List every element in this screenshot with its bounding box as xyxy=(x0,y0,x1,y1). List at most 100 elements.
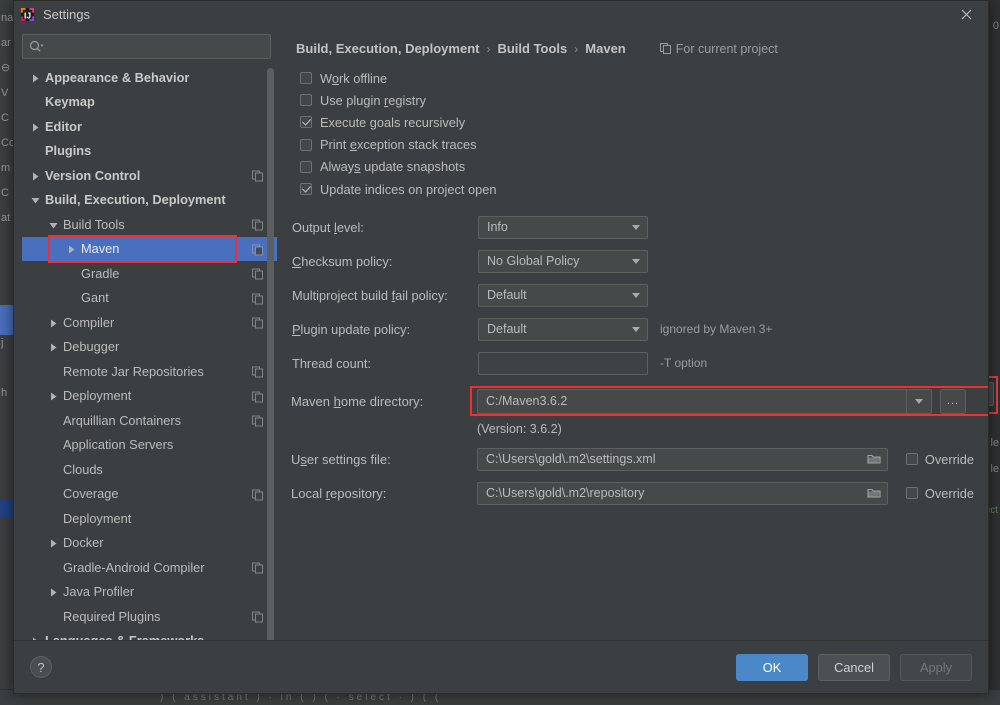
chevron-right-icon[interactable] xyxy=(48,341,59,352)
for-current-project-indicator: For current project xyxy=(659,42,778,56)
background-left-fragment: C xyxy=(1,187,9,199)
sidebar-item-coverage[interactable]: Coverage xyxy=(22,482,277,507)
background-left-text: na ar ⊖ V C Co m Cat j h xyxy=(0,0,14,406)
checkbox-row[interactable]: Use plugin registry xyxy=(300,89,974,111)
path-fields: User settings file: C:\Users\gold\.m2\set… xyxy=(291,442,974,510)
checkbox-use-plugin-registry[interactable] xyxy=(300,94,312,107)
sidebar-item-version-control[interactable]: Version Control xyxy=(22,163,277,188)
chevron-down-icon[interactable] xyxy=(625,258,647,264)
chevron-right-icon[interactable] xyxy=(30,72,41,83)
override-toggle[interactable]: Override xyxy=(905,452,974,467)
checkbox-row[interactable]: Execute goals recursively xyxy=(300,111,974,133)
sidebar-item-gant[interactable]: Gant xyxy=(22,286,277,311)
checkbox-label: Always update snapshots xyxy=(320,159,466,175)
chevron-down-icon[interactable] xyxy=(625,326,647,332)
help-button[interactable]: ? xyxy=(30,656,52,678)
breadcrumb-part-2: Maven xyxy=(585,41,626,56)
sidebar-item-remote-jar-repositories[interactable]: Remote Jar Repositories xyxy=(22,359,277,384)
combo-checksum-policy[interactable]: No Global Policy xyxy=(478,249,648,273)
sidebar-item-label: Docker xyxy=(63,535,104,551)
checkbox-row[interactable]: Print exception stack traces xyxy=(300,134,974,156)
combo-value: Default xyxy=(487,322,527,337)
override-checkbox[interactable] xyxy=(905,453,918,466)
ok-button[interactable]: OK xyxy=(736,653,808,681)
sidebar-item-maven[interactable]: Maven xyxy=(22,236,277,261)
checkbox-label: Work offline xyxy=(320,70,388,86)
sidebar-item-arquillian-containers[interactable]: Arquillian Containers xyxy=(22,408,277,433)
override-checkbox[interactable] xyxy=(905,487,918,500)
sidebar-item-docker[interactable]: Docker xyxy=(22,531,277,556)
sidebar-item-appearance-behavior[interactable]: Appearance & Behavior xyxy=(22,65,277,90)
background-right-fragment-1: 0 xyxy=(992,20,999,32)
folder-icon[interactable] xyxy=(861,453,887,465)
chevron-down-icon[interactable] xyxy=(906,389,931,413)
copy-icon xyxy=(252,268,263,280)
background-left-fragment: at xyxy=(1,212,11,224)
sidebar-item-deployment[interactable]: Deployment xyxy=(22,506,277,531)
sidebar-item-application-servers[interactable]: Application Servers xyxy=(22,433,277,458)
field-row: Output level: Info xyxy=(291,210,974,244)
sidebar-item-gradle[interactable]: Gradle xyxy=(22,261,277,286)
thread-count-input[interactable] xyxy=(478,351,648,375)
sidebar-item-label: Debugger xyxy=(63,339,120,355)
checkbox-always-update-snapshots[interactable] xyxy=(300,160,312,173)
copy-icon xyxy=(252,611,263,623)
checkbox-label: Print exception stack traces xyxy=(320,137,477,153)
sidebar-item-clouds[interactable]: Clouds xyxy=(22,457,277,482)
search-input[interactable] xyxy=(44,38,264,55)
sidebar-item-debugger[interactable]: Debugger xyxy=(22,335,277,360)
sidebar-item-languages-frameworks[interactable]: Languages & Frameworks xyxy=(22,629,277,640)
path-input-local-repository[interactable]: C:\Users\gold\.m2\repository xyxy=(477,481,888,505)
maven-home-combo[interactable]: C:/Maven3.6.2 xyxy=(477,388,932,414)
folder-icon[interactable] xyxy=(861,487,887,499)
background-right-fragment-3: le xyxy=(990,463,999,475)
sidebar-item-deployment[interactable]: Deployment xyxy=(22,384,277,409)
chevron-right-icon[interactable] xyxy=(30,635,41,640)
search-box[interactable] xyxy=(22,34,271,59)
combo-multiproject-build-fail-policy[interactable]: Default xyxy=(478,283,648,307)
chevron-right-icon[interactable] xyxy=(48,586,59,597)
combo-value: Info xyxy=(487,220,508,235)
sidebar-item-required-plugins[interactable]: Required Plugins xyxy=(22,604,277,629)
sidebar-item-keymap[interactable]: Keymap xyxy=(22,90,277,115)
sidebar-item-build-tools[interactable]: Build Tools xyxy=(22,212,277,237)
cancel-button[interactable]: Cancel xyxy=(818,653,890,681)
close-icon[interactable] xyxy=(944,1,988,28)
chevron-right-icon[interactable] xyxy=(66,243,77,254)
sidebar-item-java-profiler[interactable]: Java Profiler xyxy=(22,580,277,605)
path-value: C:\Users\gold\.m2\settings.xml xyxy=(486,452,656,467)
apply-button[interactable]: Apply xyxy=(900,653,972,681)
chevron-down-icon[interactable] xyxy=(625,224,647,230)
background-left-fragment: ar xyxy=(1,37,11,49)
chevron-down-icon[interactable] xyxy=(48,219,59,230)
sidebar-item-gradle-android-compiler[interactable]: Gradle-Android Compiler xyxy=(22,555,277,580)
chevron-right-icon[interactable] xyxy=(48,317,59,328)
chevron-right-icon[interactable] xyxy=(30,170,41,181)
sidebar-item-build-execution-deployment[interactable]: Build, Execution, Deployment xyxy=(22,188,277,213)
checkbox-execute-goals-recursively[interactable] xyxy=(300,116,312,129)
path-label: User settings file: xyxy=(291,451,391,467)
sidebar-item-plugins[interactable]: Plugins xyxy=(22,139,277,164)
settings-tree[interactable]: Appearance & Behavior Keymap Editor Plugins… xyxy=(22,65,277,640)
checkbox-row[interactable]: Always update snapshots xyxy=(300,156,974,178)
sidebar-item-editor[interactable]: Editor xyxy=(22,114,277,139)
checkbox-update-indices-on-project-open[interactable] xyxy=(300,183,312,196)
chevron-right-icon[interactable] xyxy=(30,121,41,132)
chevron-down-icon[interactable] xyxy=(625,292,647,298)
chevron-right-icon[interactable] xyxy=(48,390,59,401)
checkbox-print-exception-stack-traces[interactable] xyxy=(300,138,312,151)
override-toggle[interactable]: Override xyxy=(905,486,974,501)
checkbox-row[interactable]: Work offline xyxy=(300,67,974,89)
sidebar-item-compiler[interactable]: Compiler xyxy=(22,310,277,335)
checkbox-work-offline[interactable] xyxy=(300,72,312,85)
path-input-user-settings-file[interactable]: C:\Users\gold\.m2\settings.xml xyxy=(477,447,888,471)
checkbox-row[interactable]: Update indices on project open xyxy=(300,178,974,200)
chevron-down-icon[interactable] xyxy=(30,194,41,205)
combo-output-level[interactable]: Info xyxy=(478,215,648,239)
sidebar-scrollbar[interactable] xyxy=(267,68,274,640)
maven-version-note: (Version: 3.6.2) xyxy=(477,422,562,437)
combo-plugin-update-policy[interactable]: Default xyxy=(478,317,648,341)
field-row: Plugin update policy: Default ignored by M… xyxy=(291,312,974,346)
maven-home-browse-button[interactable]: ... xyxy=(940,388,966,414)
chevron-right-icon[interactable] xyxy=(48,537,59,548)
